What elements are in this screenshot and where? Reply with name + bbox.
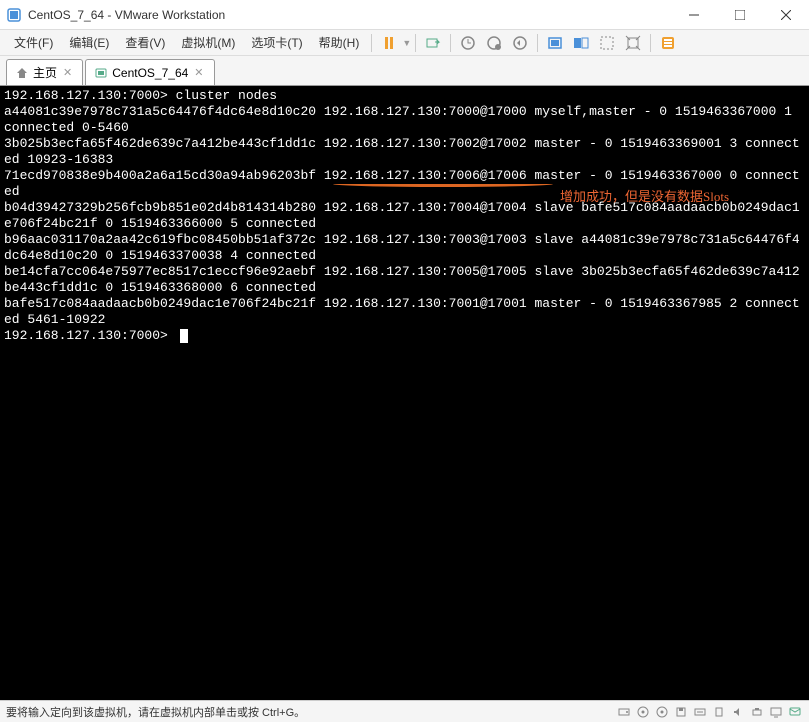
- separator: [650, 34, 651, 52]
- tab-vm-label: CentOS_7_64: [112, 66, 188, 80]
- tab-home[interactable]: 主页 ✕: [6, 59, 83, 85]
- library-icon[interactable]: [657, 32, 679, 54]
- annotation-underline: [333, 181, 553, 187]
- window-title: CentOS_7_64 - VMware Workstation: [28, 8, 671, 22]
- separator: [537, 34, 538, 52]
- device-cd2-icon[interactable]: [654, 705, 670, 719]
- device-floppy-icon[interactable]: [673, 705, 689, 719]
- app-icon: [6, 7, 22, 23]
- device-hdd-icon[interactable]: [616, 705, 632, 719]
- tabbar: 主页 ✕ CentOS_7_64 ✕: [0, 56, 809, 86]
- device-sound-icon[interactable]: [730, 705, 746, 719]
- cursor: [180, 329, 188, 343]
- vm-icon: [94, 66, 108, 80]
- menu-help[interactable]: 帮助(H): [311, 30, 368, 55]
- snapshot-manage-icon[interactable]: [483, 32, 505, 54]
- home-icon: [15, 66, 29, 80]
- menu-file[interactable]: 文件(F): [6, 30, 61, 55]
- minimize-button[interactable]: [671, 0, 717, 30]
- device-cd-icon[interactable]: [635, 705, 651, 719]
- tab-vm[interactable]: CentOS_7_64 ✕: [85, 59, 214, 85]
- console-view-icon[interactable]: [596, 32, 618, 54]
- device-display-icon[interactable]: [768, 705, 784, 719]
- status-icons: [616, 705, 803, 719]
- snapshot-revert-icon[interactable]: [509, 32, 531, 54]
- menu-tabs[interactable]: 选项卡(T): [243, 30, 310, 55]
- send-input-icon[interactable]: [422, 32, 444, 54]
- fullscreen-icon[interactable]: [544, 32, 566, 54]
- menubar: 文件(F) 编辑(E) 查看(V) 虚拟机(M) 选项卡(T) 帮助(H) ▼: [0, 30, 809, 56]
- window-titlebar: CentOS_7_64 - VMware Workstation: [0, 0, 809, 30]
- device-network-icon[interactable]: [692, 705, 708, 719]
- stretch-icon[interactable]: [622, 32, 644, 54]
- statusbar: 要将输入定向到该虚拟机，请在虚拟机内部单击或按 Ctrl+G。: [0, 700, 809, 722]
- separator: [415, 34, 416, 52]
- pause-icon[interactable]: [378, 32, 400, 54]
- terminal-text: 192.168.127.130:7000> cluster nodes a440…: [4, 88, 800, 343]
- tab-home-label: 主页: [33, 64, 57, 81]
- menu-vm[interactable]: 虚拟机(M): [173, 30, 243, 55]
- snapshot-icon[interactable]: [457, 32, 479, 54]
- close-button[interactable]: [763, 0, 809, 30]
- separator: [371, 34, 372, 52]
- separator: [450, 34, 451, 52]
- device-printer-icon[interactable]: [749, 705, 765, 719]
- unity-icon[interactable]: [570, 32, 592, 54]
- menu-view[interactable]: 查看(V): [117, 30, 173, 55]
- terminal-output[interactable]: 192.168.127.130:7000> cluster nodes a440…: [0, 86, 809, 700]
- dropdown-arrow-icon[interactable]: ▼: [402, 38, 411, 48]
- message-icon[interactable]: [787, 705, 803, 719]
- menu-edit[interactable]: 编辑(E): [61, 30, 117, 55]
- device-usb-icon[interactable]: [711, 705, 727, 719]
- annotation-text: 增加成功，但是没有数据Slots: [560, 189, 729, 205]
- statusbar-text: 要将输入定向到该虚拟机，请在虚拟机内部单击或按 Ctrl+G。: [6, 704, 616, 720]
- tab-close-icon[interactable]: ✕: [192, 66, 205, 79]
- tab-close-icon[interactable]: ✕: [61, 66, 74, 79]
- maximize-button[interactable]: [717, 0, 763, 30]
